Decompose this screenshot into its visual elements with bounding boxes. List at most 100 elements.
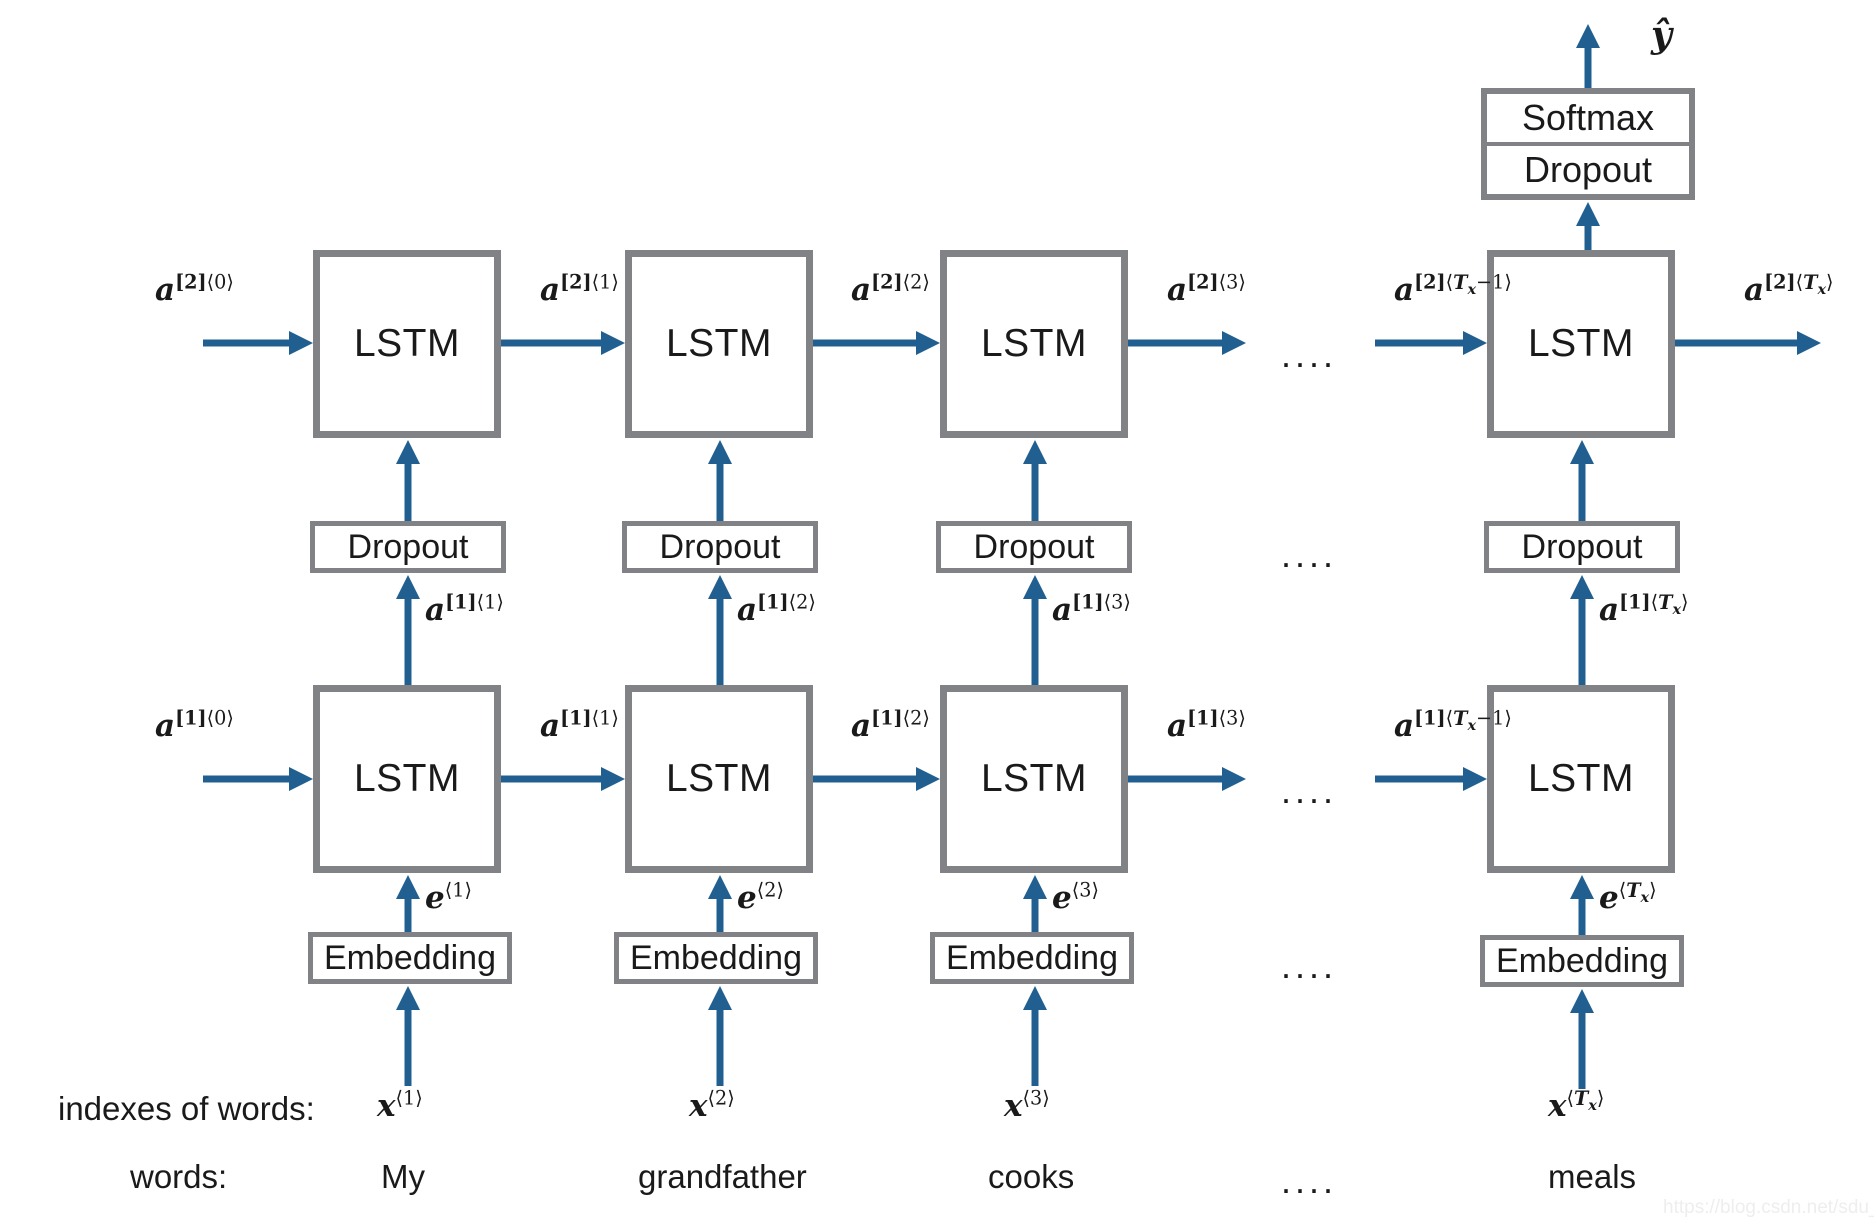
arrow-embeddingtx-to-lstm1-tx: [1569, 873, 1595, 935]
label-a2-0: a[2]⟨0⟩: [155, 272, 234, 308]
embedding-box-2: Embedding: [614, 932, 818, 984]
label-a2-0-text: a[2]⟨0⟩: [155, 270, 234, 308]
word-label-1: My: [381, 1158, 425, 1195]
label-a1-up-tx: a[1]⟨Tx⟩: [1599, 592, 1689, 628]
output-yhat-label: ŷ: [1651, 14, 1672, 56]
label-a1-up-tx-text: a[1]⟨Tx⟩: [1599, 590, 1689, 628]
arrow-embedding1-to-lstm1-1: [395, 873, 421, 935]
arrow-x1-to-embedding1: [395, 984, 421, 1086]
dropout-box-tx: Dropout: [1484, 521, 1680, 573]
arrow-a2-cell1-cell2: [501, 330, 627, 356]
head-stack: Softmax Dropout: [1481, 88, 1695, 200]
arrow-lstm2-tx-to-head-stack: [1575, 200, 1601, 252]
word-label-3: cooks: [988, 1158, 1075, 1195]
lstm1-cell-2: LSTM: [625, 685, 813, 873]
label-x-2: x⟨2⟩: [689, 1088, 735, 1124]
arrow-lstm1-tx-to-dropouttx: [1569, 573, 1595, 685]
label-a1-tx-minus-1: a[1]⟨Tx−1⟩: [1394, 708, 1512, 744]
arrow-a2-in-celltx: [1375, 330, 1489, 356]
softmax-box: Softmax: [1487, 94, 1689, 142]
label-a1-up-1: a[1]⟨1⟩: [425, 592, 504, 628]
label-e-1: e⟨1⟩: [425, 880, 472, 916]
label-x-tx-text: x⟨Tx⟩: [1548, 1086, 1605, 1124]
word-label-2: grandfather: [638, 1158, 807, 1195]
arrow-a2-celltx-out: [1675, 330, 1823, 356]
label-e-2-text: e⟨2⟩: [737, 878, 784, 916]
embedding-box-1: Embedding: [308, 932, 512, 984]
arrow-embedding2-to-lstm1-2: [707, 873, 733, 935]
label-a2-tx-minus-1-text: a[2]⟨Tx−1⟩: [1394, 270, 1512, 308]
arrow-lstm1-2-to-dropout2: [707, 573, 733, 685]
lstm2-cell-3: LSTM: [940, 250, 1128, 438]
label-a1-3-text: a[1]⟨3⟩: [1167, 706, 1246, 744]
arrow-a2-cell3-out: [1128, 330, 1248, 356]
label-a2-3-text: a[2]⟨3⟩: [1167, 270, 1246, 308]
watermark: https://blog.csdn.net/sdu_hao: [1663, 1197, 1874, 1218]
ellipsis-dropout-row: ....: [1281, 534, 1338, 575]
label-a1-up-3-text: a[1]⟨3⟩: [1052, 590, 1131, 628]
arrow-dropouttx-to-lstm2-tx: [1569, 438, 1595, 522]
label-x-2-text: x⟨2⟩: [689, 1086, 735, 1124]
label-a2-2: a[2]⟨2⟩: [851, 272, 930, 308]
label-x-1: x⟨1⟩: [377, 1088, 423, 1124]
arrow-dropout1-to-lstm2-1: [395, 438, 421, 522]
row-label-indexes-of-words: indexes of words:: [58, 1090, 315, 1127]
ellipsis-words-row: ....: [1281, 1160, 1338, 1201]
arrow-embedding3-to-lstm1-3: [1022, 873, 1048, 935]
label-a2-2-text: a[2]⟨2⟩: [851, 270, 930, 308]
label-a1-2-text: a[1]⟨2⟩: [851, 706, 930, 744]
arrow-a2-cell2-cell3: [813, 330, 942, 356]
label-a2-tx-minus-1: a[2]⟨Tx−1⟩: [1394, 272, 1512, 308]
label-x-3-text: x⟨3⟩: [1004, 1086, 1050, 1124]
label-a1-0: a[1]⟨0⟩: [155, 708, 234, 744]
arrow-softmax-to-output: [1575, 22, 1601, 92]
label-a1-2: a[1]⟨2⟩: [851, 708, 930, 744]
lstm1-cell-3: LSTM: [940, 685, 1128, 873]
word-label-tx: meals: [1548, 1158, 1637, 1195]
arrow-lstm1-1-to-dropout1: [395, 573, 421, 685]
label-a1-up-3: a[1]⟨3⟩: [1052, 592, 1131, 628]
label-a1-3: a[1]⟨3⟩: [1167, 708, 1246, 744]
lstm2-cell-2: LSTM: [625, 250, 813, 438]
arrow-dropout3-to-lstm2-3: [1022, 438, 1048, 522]
arrow-dropout2-to-lstm2-2: [707, 438, 733, 522]
label-a1-up-1-text: a[1]⟨1⟩: [425, 590, 504, 628]
arrow-a2-in-cell1: [203, 330, 315, 356]
label-a1-up-2-text: a[1]⟨2⟩: [737, 590, 816, 628]
dropout-box-2: Dropout: [622, 521, 818, 573]
ellipsis-lstm2-row: ....: [1281, 334, 1338, 375]
label-a1-0-text: a[1]⟨0⟩: [155, 706, 234, 744]
ellipsis-lstm1-row: ....: [1281, 770, 1338, 811]
arrow-lstm1-3-to-dropout3: [1022, 573, 1048, 685]
arrow-a1-in-cell1: [203, 766, 315, 792]
label-a2-1-text: a[2]⟨1⟩: [540, 270, 619, 308]
arrow-a1-cell2-cell3: [813, 766, 942, 792]
label-e-3-text: e⟨3⟩: [1052, 878, 1099, 916]
label-x-3: x⟨3⟩: [1004, 1088, 1050, 1124]
label-a1-up-2: a[1]⟨2⟩: [737, 592, 816, 628]
label-e-3: e⟨3⟩: [1052, 880, 1099, 916]
label-a1-1-text: a[1]⟨1⟩: [540, 706, 619, 744]
head-dropout-box: Dropout: [1487, 146, 1689, 194]
embedding-box-tx: Embedding: [1480, 935, 1684, 987]
lstm-architecture-diagram: ŷ Softmax Dropout LSTM LSTM LSTM LSTM a[…: [0, 0, 1874, 1230]
label-a2-tx-text: a[2]⟨Tx⟩: [1744, 270, 1834, 308]
lstm1-cell-tx: LSTM: [1487, 685, 1675, 873]
label-e-tx-text: e⟨Tx⟩: [1599, 878, 1657, 916]
lstm2-cell-1: LSTM: [313, 250, 501, 438]
ellipsis-embedding-row: ....: [1281, 945, 1338, 986]
lstm2-cell-tx: LSTM: [1487, 250, 1675, 438]
label-a1-tx-minus-1-text: a[1]⟨Tx−1⟩: [1394, 706, 1512, 744]
label-x-1-text: x⟨1⟩: [377, 1086, 423, 1124]
dropout-box-1: Dropout: [310, 521, 506, 573]
embedding-box-3: Embedding: [930, 932, 1134, 984]
row-label-words: words:: [130, 1158, 228, 1195]
arrow-x3-to-embedding3: [1022, 984, 1048, 1086]
lstm1-cell-1: LSTM: [313, 685, 501, 873]
label-e-1-text: e⟨1⟩: [425, 878, 472, 916]
label-a2-1: a[2]⟨1⟩: [540, 272, 619, 308]
label-a2-3: a[2]⟨3⟩: [1167, 272, 1246, 308]
label-a2-tx: a[2]⟨Tx⟩: [1744, 272, 1834, 308]
arrow-x2-to-embedding2: [707, 984, 733, 1086]
label-e-2: e⟨2⟩: [737, 880, 784, 916]
